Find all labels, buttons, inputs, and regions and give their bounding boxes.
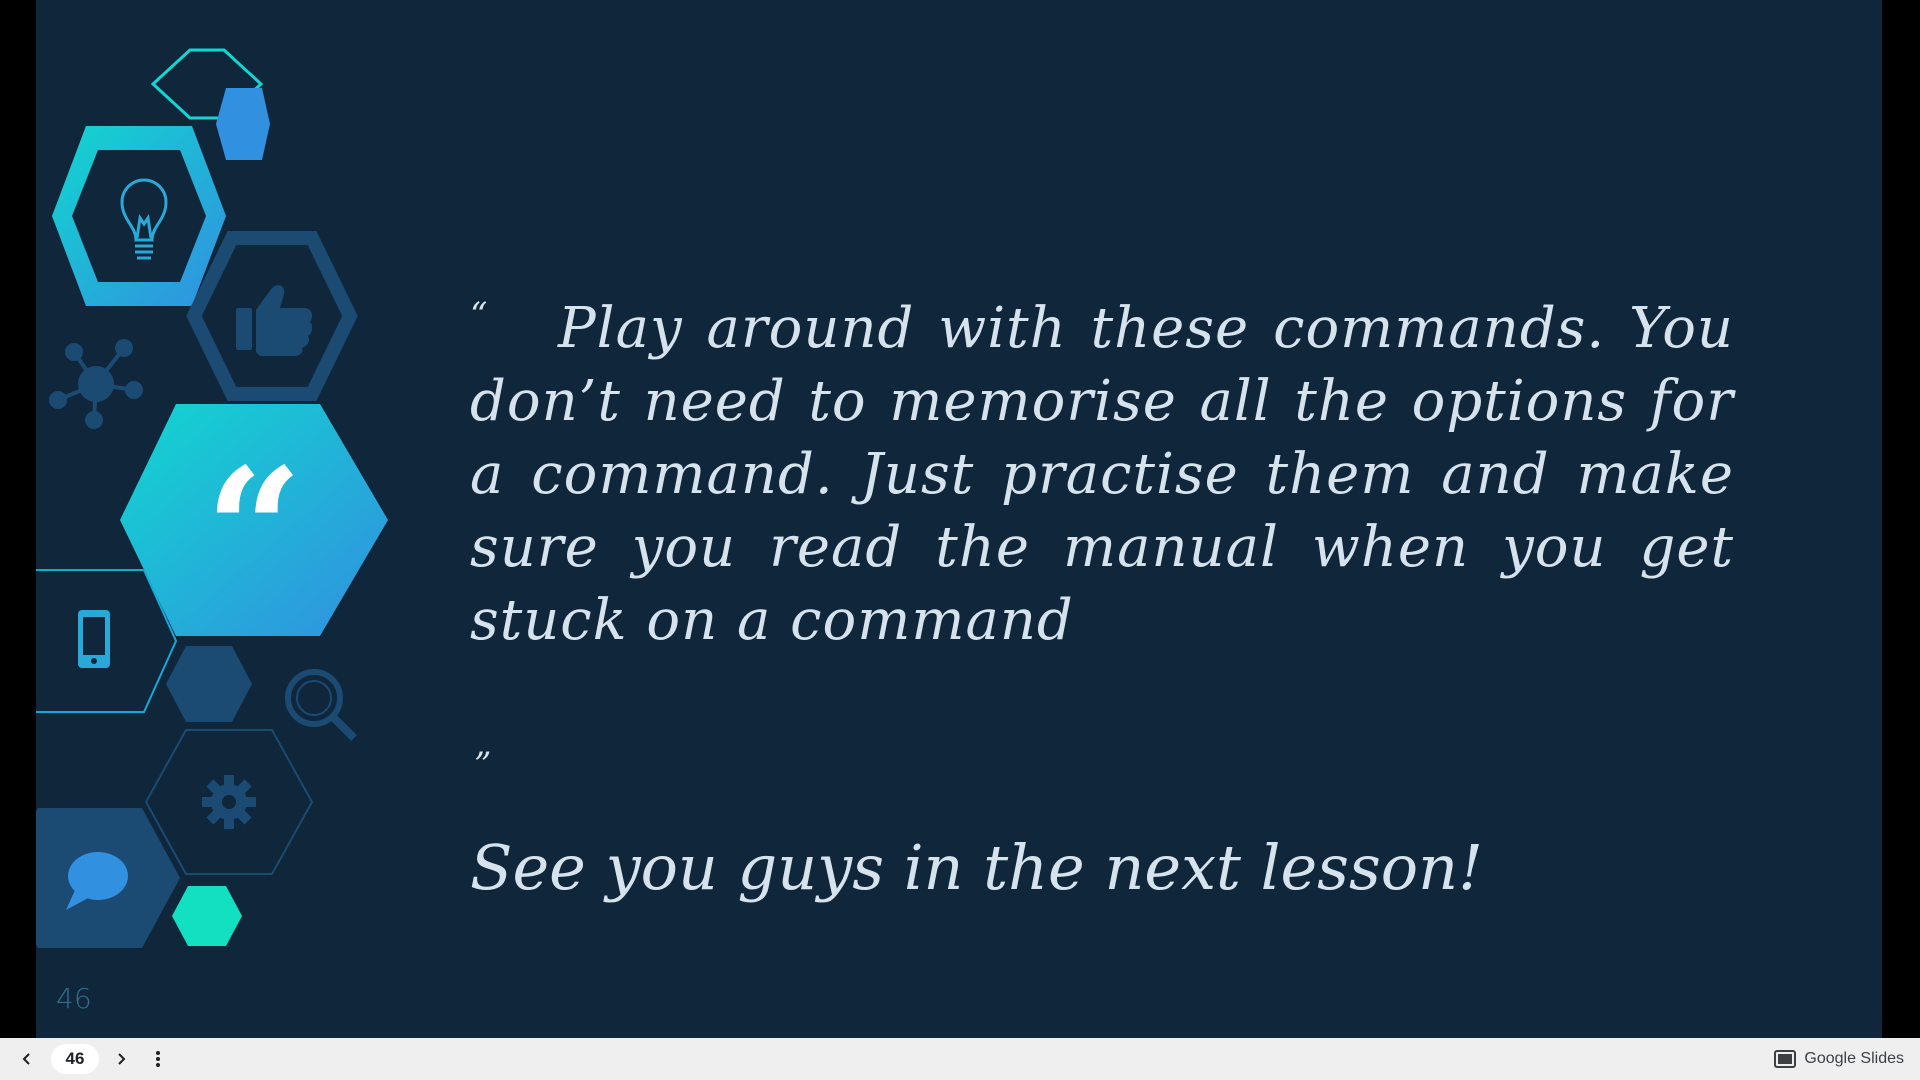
chevron-right-icon (118, 1053, 126, 1065)
presentation-toolbar: 46 Google Slides (0, 1038, 1920, 1080)
slide-number: 46 (56, 982, 92, 1015)
search-icon (285, 669, 357, 741)
more-options-button[interactable] (143, 1044, 173, 1074)
network-icon (49, 339, 143, 429)
gear-icon (202, 775, 256, 829)
previous-slide-button[interactable] (12, 1044, 42, 1074)
page-number-input[interactable]: 46 (51, 1044, 99, 1074)
next-slide-button[interactable] (106, 1044, 136, 1074)
quote-block: “ Play around with these commands. You d… (470, 292, 1734, 782)
thumbs-up-icon (236, 285, 313, 356)
hex-mint-small (172, 886, 242, 946)
slides-logo-icon (1774, 1050, 1797, 1068)
more-vert-icon (156, 1051, 160, 1067)
quote-open-mark: “ (470, 295, 488, 335)
quote-text: Play around with these commands. You don… (470, 296, 1734, 653)
google-slides-link[interactable]: Google Slides (1774, 1038, 1904, 1080)
hex-blue-small (216, 88, 270, 160)
chevron-left-icon (22, 1053, 30, 1065)
hexagon-decoration: “ (36, 48, 388, 948)
quote-icon: “ (205, 431, 303, 631)
phone-icon (78, 610, 110, 668)
quote-close-mark: ” (474, 745, 492, 785)
slide: “ “ Play around with these commands. You… (36, 0, 1882, 1038)
hex-navy-small (166, 646, 252, 722)
brand-label: Google Slides (1804, 1050, 1904, 1067)
farewell-text: See you guys in the next lesson! (470, 831, 1483, 904)
